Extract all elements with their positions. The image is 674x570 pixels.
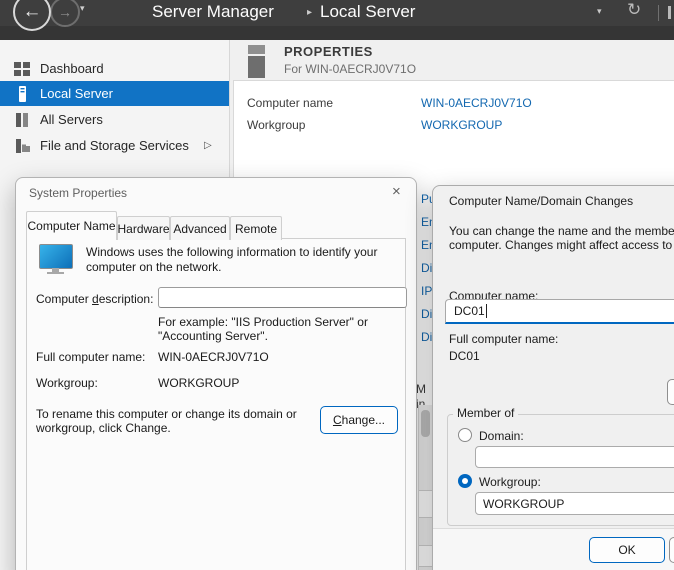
dialog-body-text: computer. Changes might affect access to… [449,238,674,252]
dialog-body-text: You can change the name and the membersh… [449,224,674,238]
change-button[interactable]: Change... [320,406,398,434]
full-computer-name-value: WIN-0AECRJ0V71O [158,350,269,364]
tab-computer-name[interactable]: Computer Name [26,211,117,240]
rename-instruction-text: To rename this computer or change its do… [36,407,304,435]
sidebar-item-label: All Servers [40,112,103,127]
computer-monitor-icon [39,244,73,269]
workgroup-radio[interactable] [458,474,472,488]
property-row: Workgroup [247,118,305,132]
breadcrumb-separator-icon: ▸ [307,7,312,18]
tab-hardware[interactable]: Hardware [117,216,170,240]
scrollbar-thumb[interactable] [421,410,430,437]
sidebar-item-label: Dashboard [40,61,104,76]
workgroup-input-value: WORKGROUP [483,497,564,511]
sidebar-item-file-storage-services[interactable]: File and Storage Services ▷ [0,133,229,158]
sidebar-item-label: Local Server [40,86,113,101]
property-row: Computer name [247,96,333,110]
close-icon[interactable]: × [392,183,401,200]
server-manager-screen: ← → ▾ Server Manager ▸ Local Server ▾ ↻ … [0,0,674,570]
ok-button[interactable]: OK [589,537,665,563]
sidebar-item-dashboard[interactable]: Dashboard [0,56,229,81]
history-dropdown-icon[interactable]: ▾ [80,3,85,14]
server-properties-icon [248,45,265,78]
properties-subheading: For WIN-0AECRJ0V71O [284,62,416,76]
full-computer-name-label: Full computer name: [449,332,558,346]
top-navigation-subbar [0,26,674,40]
clipped-text-fragment: M [416,382,426,396]
text-caret [486,304,487,318]
file-storage-icon [14,138,30,154]
description-example-text: "Accounting Server". [158,329,268,343]
breadcrumb-app-title[interactable]: Server Manager [152,2,274,22]
workgroup-input[interactable]: WORKGROUP [475,492,674,515]
dialog-title: System Properties [29,186,127,200]
toolbar-dropdown-icon[interactable]: ▾ [597,6,602,17]
clipped-value-fragment: IP [421,284,432,298]
computer-name-input-value: DC01 [454,304,485,318]
intro-text: Windows uses the following information t… [86,245,401,275]
dashboard-icon [14,61,30,77]
domain-input[interactable] [475,446,674,468]
member-of-label: Member of [453,406,518,420]
clipped-value-fragment: Di [421,261,432,275]
refresh-icon[interactable]: ↻ [627,0,641,20]
sidebar-item-all-servers[interactable]: All Servers [0,107,229,132]
vertical-scrollbar[interactable] [418,405,433,570]
system-properties-dialog: System Properties × Computer Name Hardwa… [15,177,417,570]
forward-arrow-icon: → [58,4,72,20]
scrollbar-segment [419,545,432,567]
all-servers-icon [14,112,30,128]
properties-heading: PROPERTIES [284,44,373,59]
computer-name-domain-changes-dialog: Computer Name/Domain Changes You can cha… [432,185,674,570]
full-computer-name-label: Full computer name: [36,350,145,364]
cancel-button-clipped[interactable] [669,537,674,563]
clipped-value-fragment: Di [421,330,432,344]
expand-chevron-icon[interactable]: ▷ [204,140,212,151]
sidebar-item-label: File and Storage Services [40,138,189,153]
full-computer-name-value: DC01 [449,349,480,363]
scrollbar-segment [419,490,432,518]
property-value-link[interactable]: WIN-0AECRJ0V71O [421,96,532,110]
more-button-clipped[interactable] [667,379,674,405]
computer-name-input[interactable]: DC01 [445,299,674,324]
property-label: Workgroup [247,118,305,132]
local-server-icon [14,86,30,102]
toolbar-divider [658,5,659,21]
back-arrow-icon: ← [23,1,42,23]
property-value-link[interactable]: WORKGROUP [421,118,502,132]
workgroup-label: Workgroup: [36,376,98,390]
dialog-title: Computer Name/Domain Changes [449,194,633,208]
clipped-value-fragment: Di [421,307,432,321]
tab-advanced[interactable]: Advanced [170,216,230,240]
workgroup-radio-label: Workgroup: [479,475,541,489]
computer-description-label: Computer description: [36,292,153,306]
domain-radio-label: Domain: [479,429,524,443]
toolbar-clipped-icon [668,6,671,19]
domain-radio[interactable] [458,428,472,442]
description-example-text: For example: "IIS Production Server" or [158,315,368,329]
property-label: Computer name [247,96,333,110]
tab-remote[interactable]: Remote [230,216,282,240]
sidebar-item-local-server[interactable]: Local Server [0,81,229,106]
monitor-base [47,272,64,274]
workgroup-value: WORKGROUP [158,376,239,390]
computer-description-input[interactable] [158,287,407,308]
breadcrumb-page-title: Local Server [320,2,415,22]
